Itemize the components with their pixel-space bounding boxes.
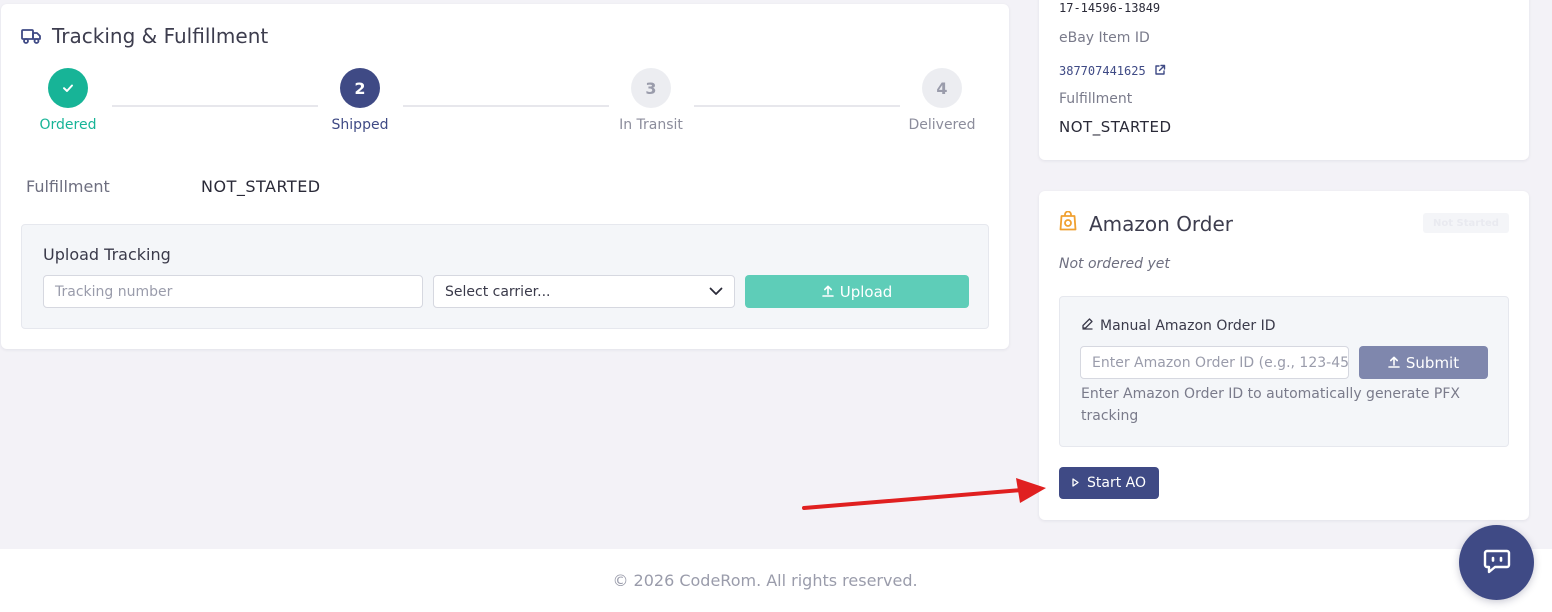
fulfillment-value: NOT_STARTED	[201, 177, 321, 196]
check-icon	[48, 68, 88, 108]
tracking-number-input[interactable]: Tracking number	[43, 275, 423, 308]
step-shipped: 2 Shipped	[310, 68, 410, 133]
order-details-card: 17-14596-13849 eBay Item ID 387707441625…	[1039, 0, 1529, 160]
order-status-text: Not ordered yet	[1059, 256, 1170, 272]
upload-button-label: Upload	[839, 282, 893, 301]
page-footer: © 2026 CodeRom. All rights reserved.	[0, 549, 1552, 612]
ebay-item-id: 387707441625	[1059, 63, 1146, 78]
details-fulfillment-label: Fulfillment	[1059, 91, 1133, 107]
submit-button-label: Submit	[1405, 353, 1460, 372]
external-link-icon	[1154, 61, 1166, 80]
status-badge: Not Started	[1423, 213, 1509, 233]
tracking-card-header: Tracking & Fulfillment	[21, 24, 268, 48]
manual-order-header: Manual Amazon Order ID	[1081, 317, 1276, 334]
upload-tracking-title: Upload Tracking	[43, 245, 171, 264]
amazon-order-title: Amazon Order	[1089, 211, 1234, 236]
step-number: 4	[922, 68, 962, 108]
amazon-order-id-input[interactable]: Enter Amazon Order ID (e.g., 123-45	[1080, 346, 1349, 379]
details-fulfillment-value: NOT_STARTED	[1059, 118, 1172, 136]
chat-bot-icon	[1483, 548, 1511, 578]
step-delivered: 4 Delivered	[892, 68, 992, 133]
truck-icon	[21, 28, 42, 44]
step-number: 3	[631, 68, 671, 108]
helper-text: Enter Amazon Order ID to automatically g…	[1081, 386, 1461, 424]
step-label: Shipped	[331, 117, 389, 133]
ebay-item-label: eBay Item ID	[1059, 30, 1150, 46]
upload-icon	[1388, 354, 1400, 372]
ebay-item-link[interactable]: 387707441625	[1059, 61, 1166, 80]
upload-button[interactable]: Upload	[745, 275, 969, 308]
step-number: 2	[340, 68, 380, 108]
amazon-order-header: Amazon Order	[1059, 210, 1234, 236]
step-connector	[403, 105, 609, 107]
upload-icon	[821, 283, 834, 301]
step-connector	[112, 105, 318, 107]
order-number: 17-14596-13849	[1059, 1, 1161, 15]
tracking-fulfillment-card: Tracking & Fulfillment Ordered 2 Shipped…	[1, 4, 1009, 349]
start-ao-button[interactable]: Start AO	[1059, 467, 1159, 499]
step-connector	[694, 105, 900, 107]
carrier-select[interactable]: Select carrier...	[433, 275, 735, 308]
submit-button[interactable]: Submit	[1359, 346, 1488, 379]
step-label: Ordered	[39, 117, 97, 133]
step-label: In Transit	[619, 117, 683, 133]
step-label: Delivered	[908, 117, 976, 133]
amazon-order-card: Amazon Order Not Started Not ordered yet…	[1039, 191, 1529, 520]
chat-launcher-button[interactable]	[1459, 525, 1534, 600]
order-progress-stepper: Ordered 2 Shipped 3 In Transit 4 Deliver…	[21, 68, 989, 143]
start-ao-label: Start AO	[1086, 475, 1146, 491]
amazon-bag-icon	[1059, 210, 1077, 236]
carrier-select-value: Select carrier...	[445, 283, 551, 300]
pencil-icon	[1081, 317, 1094, 334]
fulfillment-row: Fulfillment NOT_STARTED	[26, 177, 321, 196]
fulfillment-label: Fulfillment	[26, 177, 110, 196]
chevron-down-icon	[709, 284, 723, 300]
annotation-arrow-icon	[802, 478, 1046, 510]
step-ordered: Ordered	[18, 68, 118, 133]
upload-tracking-panel: Upload Tracking Tracking number Select c…	[21, 224, 989, 329]
step-in-transit: 3 In Transit	[601, 68, 701, 133]
tracking-card-title: Tracking & Fulfillment	[52, 24, 269, 48]
play-icon	[1072, 475, 1079, 491]
manual-order-panel: Manual Amazon Order ID Enter Amazon Orde…	[1059, 296, 1509, 447]
manual-order-title: Manual Amazon Order ID	[1100, 317, 1276, 334]
copyright-text: © 2026 CodeRom. All rights reserved.	[612, 571, 918, 590]
